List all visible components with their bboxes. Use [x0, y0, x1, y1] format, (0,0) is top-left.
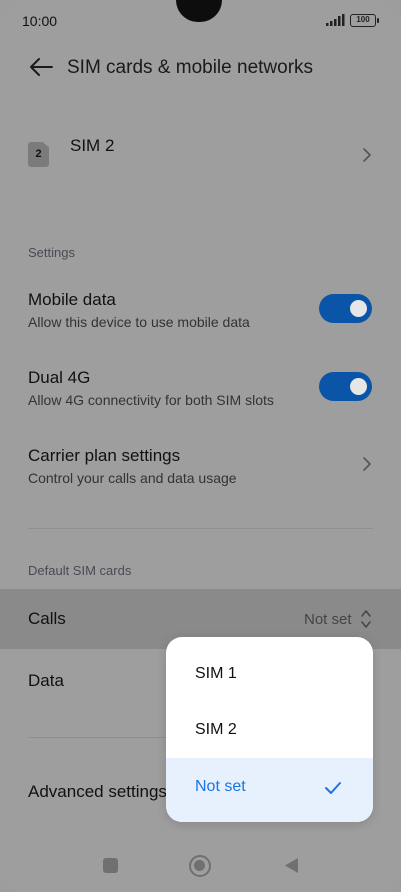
sim-2-row[interactable]: 2 SIM 2	[0, 120, 401, 188]
carrier-plan-row[interactable]: Carrier plan settings Control your calls…	[0, 438, 401, 502]
dual-4g-row[interactable]: Dual 4G Allow 4G connectivity for both S…	[0, 360, 401, 424]
signal-icon	[326, 14, 345, 26]
default-sim-section-header: Default SIM cards	[28, 563, 132, 578]
camera-notch	[176, 0, 222, 22]
status-bar: 10:00 100	[0, 0, 401, 44]
advanced-settings-label[interactable]: Advanced settings	[28, 782, 167, 802]
sim-chip-number: 2	[35, 148, 42, 160]
dual-4g-title: Dual 4G	[28, 368, 91, 387]
option-label: SIM 2	[195, 721, 237, 738]
status-time: 10:00	[22, 13, 58, 29]
carrier-plan-subtitle: Control your calls and data usage	[28, 470, 237, 486]
mobile-data-row[interactable]: Mobile data Allow this device to use mob…	[0, 282, 401, 346]
toggle-knob	[350, 378, 367, 395]
battery-level: 100	[356, 15, 370, 24]
dropdown-option-sim-1[interactable]: SIM 1	[166, 637, 373, 699]
chevron-right-icon	[363, 148, 371, 162]
dropdown-option-sim-2[interactable]: SIM 2	[166, 699, 373, 761]
calls-value: Not set	[304, 611, 352, 628]
mobile-data-toggle[interactable]	[319, 294, 372, 323]
back-triangle-icon[interactable]	[283, 857, 299, 874]
recent-apps-icon[interactable]	[103, 858, 118, 873]
battery-icon: 100	[350, 14, 379, 27]
calls-label: Calls	[28, 609, 66, 628]
checkmark-icon	[325, 782, 341, 794]
page-title: SIM cards & mobile networks	[67, 57, 314, 78]
option-label: Not set	[195, 778, 246, 795]
mobile-data-subtitle: Allow this device to use mobile data	[28, 314, 250, 330]
carrier-plan-title: Carrier plan settings	[28, 446, 181, 465]
home-icon[interactable]	[189, 855, 211, 877]
divider	[28, 528, 373, 529]
up-down-chevron-icon	[361, 610, 371, 628]
sim-card-icon: 2	[28, 142, 49, 167]
option-label: SIM 1	[195, 665, 237, 682]
toggle-knob	[350, 300, 367, 317]
data-row-label[interactable]: Data	[28, 671, 64, 691]
mobile-data-title: Mobile data	[28, 290, 116, 309]
dropdown-option-not-set[interactable]: Not set	[166, 758, 373, 822]
chevron-right-icon	[363, 457, 371, 471]
sim-label: SIM 2	[70, 136, 115, 155]
screen: 10:00 100 SIM cards & mobile networks 2 …	[0, 0, 401, 892]
default-calls-dropdown: SIM 1 SIM 2 Not set	[166, 637, 373, 822]
navigation-bar	[0, 845, 401, 892]
dual-4g-subtitle: Allow 4G connectivity for both SIM slots	[28, 392, 274, 408]
back-arrow-icon[interactable]	[28, 55, 54, 79]
dual-4g-toggle[interactable]	[319, 372, 372, 401]
settings-section-header: Settings	[28, 245, 75, 260]
